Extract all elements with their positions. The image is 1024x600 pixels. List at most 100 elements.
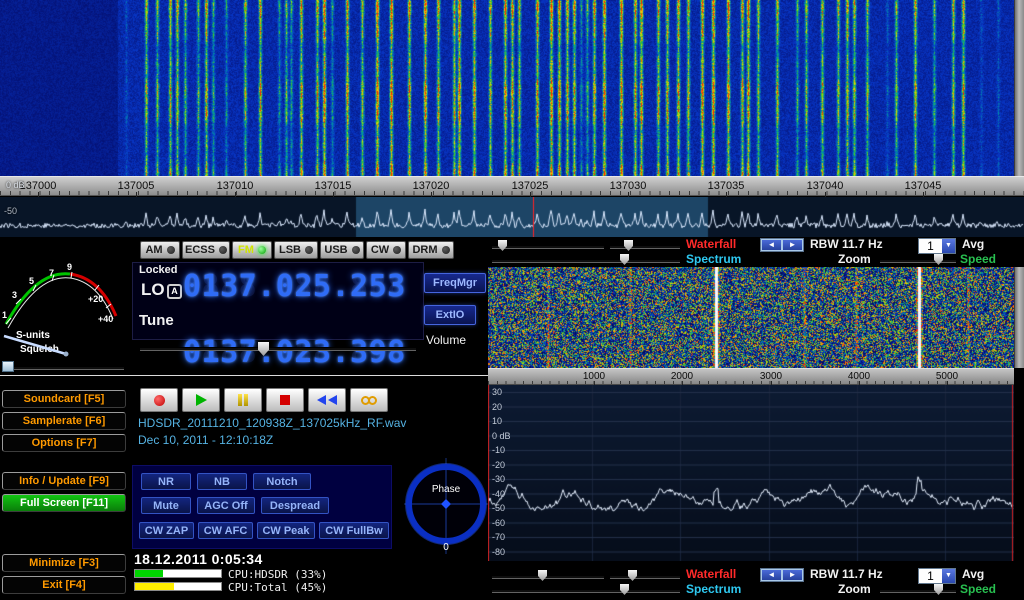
mode-button-cw[interactable]: CW	[366, 241, 406, 259]
contrast-slider[interactable]	[610, 570, 680, 583]
slider-thumb[interactable]	[628, 570, 637, 581]
waterfall-label[interactable]: Waterfall	[686, 238, 736, 251]
avg-select[interactable]: 1 ▼	[918, 568, 956, 584]
freqmgr-button[interactable]: FreqMgr	[424, 273, 486, 293]
volume-label: Volume	[426, 333, 466, 347]
s-meter-plus40: +40	[98, 314, 113, 324]
af-spectrum[interactable]	[488, 385, 1014, 561]
speed-label: Speed	[960, 253, 996, 266]
extio-button[interactable]: ExtIO	[424, 305, 476, 325]
despread-button[interactable]: Despread	[261, 497, 329, 514]
db-zero-label: 0 dB	[6, 180, 25, 190]
cw-afc-button[interactable]: CW AFC	[198, 522, 253, 539]
zoom-label: Zoom	[838, 253, 871, 266]
options-button[interactable]: Options [F7]	[2, 434, 126, 452]
minimize-button[interactable]: Minimize [F3]	[2, 554, 126, 572]
loop-button[interactable]	[350, 388, 388, 412]
db-axis-label: -30	[492, 474, 505, 484]
cpu-hdsdr-bar	[134, 569, 222, 578]
pause-button[interactable]	[224, 388, 262, 412]
speed-slider[interactable]	[880, 584, 956, 597]
nr-button[interactable]: NR	[141, 473, 191, 490]
squelch-slider[interactable]	[2, 361, 124, 374]
avg-label: Avg	[962, 238, 984, 251]
spectrum-label[interactable]: Spectrum	[686, 583, 741, 596]
main-waterfall[interactable]	[0, 0, 1014, 176]
lo-label: LO	[141, 280, 165, 300]
spectrum-label[interactable]: Spectrum	[686, 253, 741, 266]
slider-thumb[interactable]	[538, 570, 547, 581]
af-waterfall-scrollbar[interactable]	[1014, 267, 1024, 368]
dropdown-arrow-icon[interactable]: ▼	[942, 569, 955, 583]
mode-label: AM	[145, 244, 162, 256]
exit-button[interactable]: Exit [F4]	[2, 576, 126, 594]
nb-button[interactable]: NB	[197, 473, 247, 490]
mode-led-icon	[258, 246, 266, 254]
main-waterfall-scrollbar[interactable]	[1014, 0, 1024, 176]
lock-icon[interactable]: A	[167, 284, 182, 299]
samplerate-button[interactable]: Samplerate [F6]	[2, 412, 126, 430]
rewind-icon	[328, 395, 337, 405]
zoom-slider[interactable]	[492, 584, 680, 597]
af-frequency-scale[interactable]: 1000 2000 3000 4000 5000	[488, 368, 1014, 385]
mode-led-icon	[219, 246, 227, 254]
soundcard-button[interactable]: Soundcard [F5]	[2, 390, 126, 408]
slider-thumb[interactable]	[934, 584, 943, 595]
slider-thumb[interactable]	[620, 584, 629, 595]
s-meter: 1 3 5 7 9 +20 +40 S-units Squelch	[0, 248, 128, 360]
agc-off-button[interactable]: AGC Off	[197, 497, 255, 514]
slider-thumb[interactable]	[620, 254, 629, 265]
dropdown-arrow-icon[interactable]: ▼	[942, 239, 955, 253]
main-frequency-scale[interactable]: 137000 137005 137010 137015 137020 13702…	[0, 176, 1024, 196]
slider-thumb[interactable]	[934, 254, 943, 265]
cpu-hdsdr-fill	[135, 570, 163, 577]
play-icon	[196, 394, 207, 406]
cw-peak-button[interactable]: CW Peak	[257, 522, 315, 539]
mode-button-ecss[interactable]: ECSS	[182, 241, 230, 259]
right-arrow-icon[interactable]: ►	[783, 570, 802, 580]
info-update-button[interactable]: Info / Update [F9]	[2, 472, 126, 490]
cw-zap-button[interactable]: CW ZAP	[139, 522, 194, 539]
mute-button[interactable]: Mute	[141, 497, 191, 514]
main-spectrum[interactable]	[0, 197, 1024, 237]
left-arrow-icon[interactable]: ◄	[762, 570, 781, 580]
left-arrow-icon[interactable]: ◄	[762, 240, 781, 250]
contrast-slider[interactable]	[610, 240, 680, 253]
slider-thumb[interactable]	[624, 240, 633, 251]
speed-slider[interactable]	[880, 254, 956, 267]
volume-slider[interactable]	[140, 342, 416, 355]
rewind-button[interactable]	[308, 388, 346, 412]
mode-button-lsb[interactable]: LSB	[274, 241, 318, 259]
squelch-slider-thumb[interactable]	[2, 361, 14, 372]
right-arrow-icon[interactable]: ►	[783, 240, 802, 250]
squelch-slider-track[interactable]	[2, 366, 124, 370]
mode-label: ECSS	[185, 244, 215, 256]
slider-thumb[interactable]	[498, 240, 507, 251]
mode-button-usb[interactable]: USB	[320, 241, 364, 259]
af-waterfall[interactable]	[488, 267, 1014, 368]
brightness-slider[interactable]	[492, 570, 604, 583]
volume-slider-track[interactable]	[140, 347, 416, 351]
mode-button-fm[interactable]: FM	[232, 241, 272, 259]
mode-button-drm[interactable]: DRM	[408, 241, 454, 259]
volume-slider-thumb[interactable]	[258, 342, 269, 356]
avg-select[interactable]: 1 ▼	[918, 238, 956, 254]
db-axis-label: 20	[492, 402, 502, 412]
mode-label: USB	[324, 244, 347, 256]
db-axis-label: -60	[492, 518, 505, 528]
mode-button-am[interactable]: AM	[140, 241, 180, 259]
cw-fullbw-button[interactable]: CW FullBw	[319, 522, 389, 539]
brightness-slider[interactable]	[492, 240, 604, 253]
transport-controls	[140, 388, 388, 412]
fullscreen-button[interactable]: Full Screen [F11]	[2, 494, 126, 512]
db-axis-label: -80	[492, 547, 505, 557]
zoom-slider[interactable]	[492, 254, 680, 267]
waterfall-label[interactable]: Waterfall	[686, 568, 736, 581]
mode-label: FM	[238, 244, 254, 256]
record-button[interactable]	[140, 388, 178, 412]
notch-button[interactable]: Notch	[253, 473, 311, 490]
mode-label: DRM	[412, 244, 437, 256]
record-icon	[154, 395, 165, 406]
play-button[interactable]	[182, 388, 220, 412]
stop-button[interactable]	[266, 388, 304, 412]
